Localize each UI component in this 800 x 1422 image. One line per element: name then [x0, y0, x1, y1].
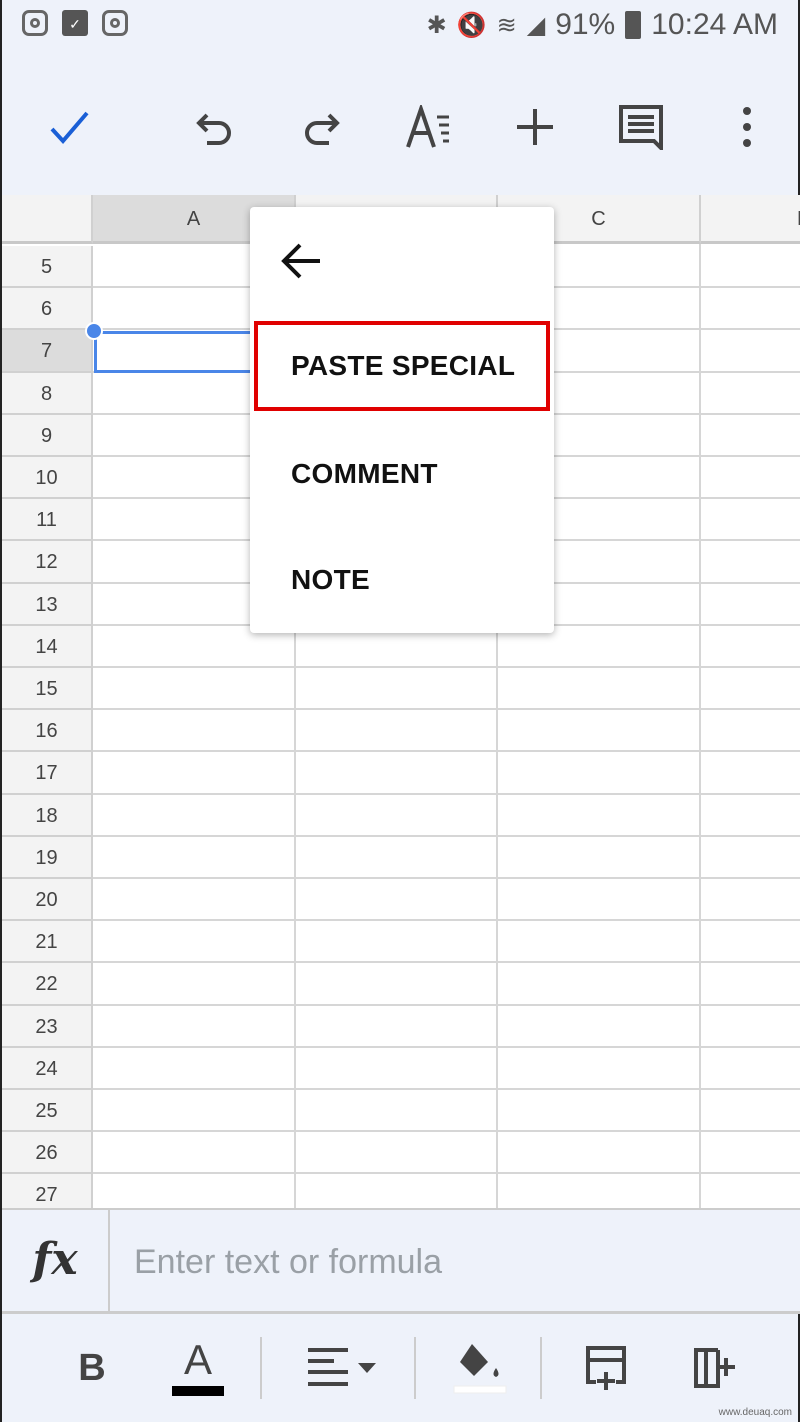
arrow-left-icon[interactable] [280, 239, 324, 283]
text-color-icon[interactable]: A [168, 1337, 228, 1399]
row-divider [93, 877, 800, 879]
formula-input[interactable] [112, 1210, 800, 1314]
corner-header [2, 195, 93, 244]
insert-column-icon[interactable] [684, 1337, 744, 1399]
comment-icon[interactable] [616, 102, 666, 152]
fx-icon: fx [2, 1210, 110, 1314]
highlight-box [254, 321, 550, 411]
status-bar: ✓ ✱ 🔇 ≋ ◢ 91% 10:24 AM [2, 0, 800, 52]
row-divider [93, 708, 800, 711]
row-header-14[interactable]: 14 [2, 625, 93, 668]
row-divider [93, 666, 800, 668]
wifi-icon: ≋ [496, 11, 517, 39]
row-header-15[interactable]: 15 [2, 668, 93, 711]
insert-row-icon[interactable] [576, 1337, 636, 1399]
row-divider [93, 1172, 800, 1175]
selection-handle[interactable] [85, 322, 103, 340]
row-header-13[interactable]: 13 [2, 583, 93, 626]
row-header-18[interactable]: 18 [2, 794, 93, 837]
more-vert-icon[interactable] [722, 102, 772, 152]
undo-icon[interactable] [190, 102, 240, 152]
toolbar-divider [260, 1337, 262, 1399]
row-header-6[interactable]: 6 [2, 288, 93, 331]
battery-icon [625, 11, 642, 39]
battery-percent: 91% [555, 8, 616, 41]
watermark: www.deuaq.com [718, 1407, 792, 1418]
redo-icon[interactable] [296, 102, 346, 152]
row-header-17[interactable]: 17 [2, 752, 93, 795]
row-header-12[interactable]: 12 [2, 541, 93, 584]
bottom-toolbar: B A www.deuaq.com [2, 1315, 800, 1422]
row-divider [93, 750, 800, 753]
row-header-22[interactable]: 22 [2, 963, 93, 1006]
row-header-25[interactable]: 25 [2, 1090, 93, 1133]
clock: 10:24 AM [651, 8, 778, 41]
align-left-icon[interactable] [304, 1337, 380, 1399]
top-toolbar [2, 52, 800, 195]
row-header-9[interactable]: 9 [2, 414, 93, 457]
menu-item-note[interactable]: NOTE [250, 535, 554, 625]
text-format-icon[interactable] [404, 102, 454, 152]
context-menu: PASTE SPECIAL COMMENT NOTE [250, 207, 554, 633]
bold-icon[interactable]: B [62, 1337, 122, 1399]
row-header-11[interactable]: 11 [2, 499, 93, 542]
row-divider [93, 1045, 800, 1048]
column-divider [699, 244, 701, 1208]
row-header-20[interactable]: 20 [2, 879, 93, 922]
text-color-swatch [172, 1386, 224, 1396]
formula-bar: fx [2, 1208, 800, 1314]
add-icon[interactable] [510, 102, 560, 152]
row-header-8[interactable]: 8 [2, 372, 93, 415]
row-header-27[interactable]: 27 [2, 1174, 93, 1208]
row-header-19[interactable]: 19 [2, 836, 93, 879]
check-icon[interactable] [44, 102, 94, 152]
row-header-24[interactable]: 24 [2, 1047, 93, 1090]
instagram-icon [102, 10, 128, 36]
signal-icon: ◢ [526, 11, 546, 39]
task-check-icon: ✓ [62, 10, 88, 36]
fill-color-icon[interactable] [450, 1337, 510, 1399]
row-header-26[interactable]: 26 [2, 1132, 93, 1175]
mute-vibrate-icon: 🔇 [456, 11, 487, 39]
row-divider [93, 919, 800, 922]
selected-cell-a7[interactable] [94, 331, 264, 373]
row-divider [93, 961, 800, 964]
row-divider [93, 1130, 800, 1133]
toolbar-divider [414, 1337, 416, 1399]
row-header-16[interactable]: 16 [2, 710, 93, 753]
bluetooth-icon: ✱ [426, 11, 447, 39]
row-header-21[interactable]: 21 [2, 921, 93, 964]
menu-item-comment[interactable]: COMMENT [250, 429, 554, 519]
row-divider [93, 792, 800, 795]
row-divider [93, 1003, 800, 1006]
row-header-7[interactable]: 7 [2, 330, 93, 373]
row-header-23[interactable]: 23 [2, 1005, 93, 1048]
row-header-5[interactable]: 5 [2, 246, 93, 289]
row-divider [93, 834, 800, 837]
column-header-d[interactable]: D [701, 195, 800, 244]
row-divider [93, 1088, 800, 1090]
text-color-label: A [183, 1336, 212, 1383]
instagram-icon [22, 10, 48, 36]
toolbar-divider [540, 1337, 542, 1399]
row-header-10[interactable]: 10 [2, 457, 93, 500]
